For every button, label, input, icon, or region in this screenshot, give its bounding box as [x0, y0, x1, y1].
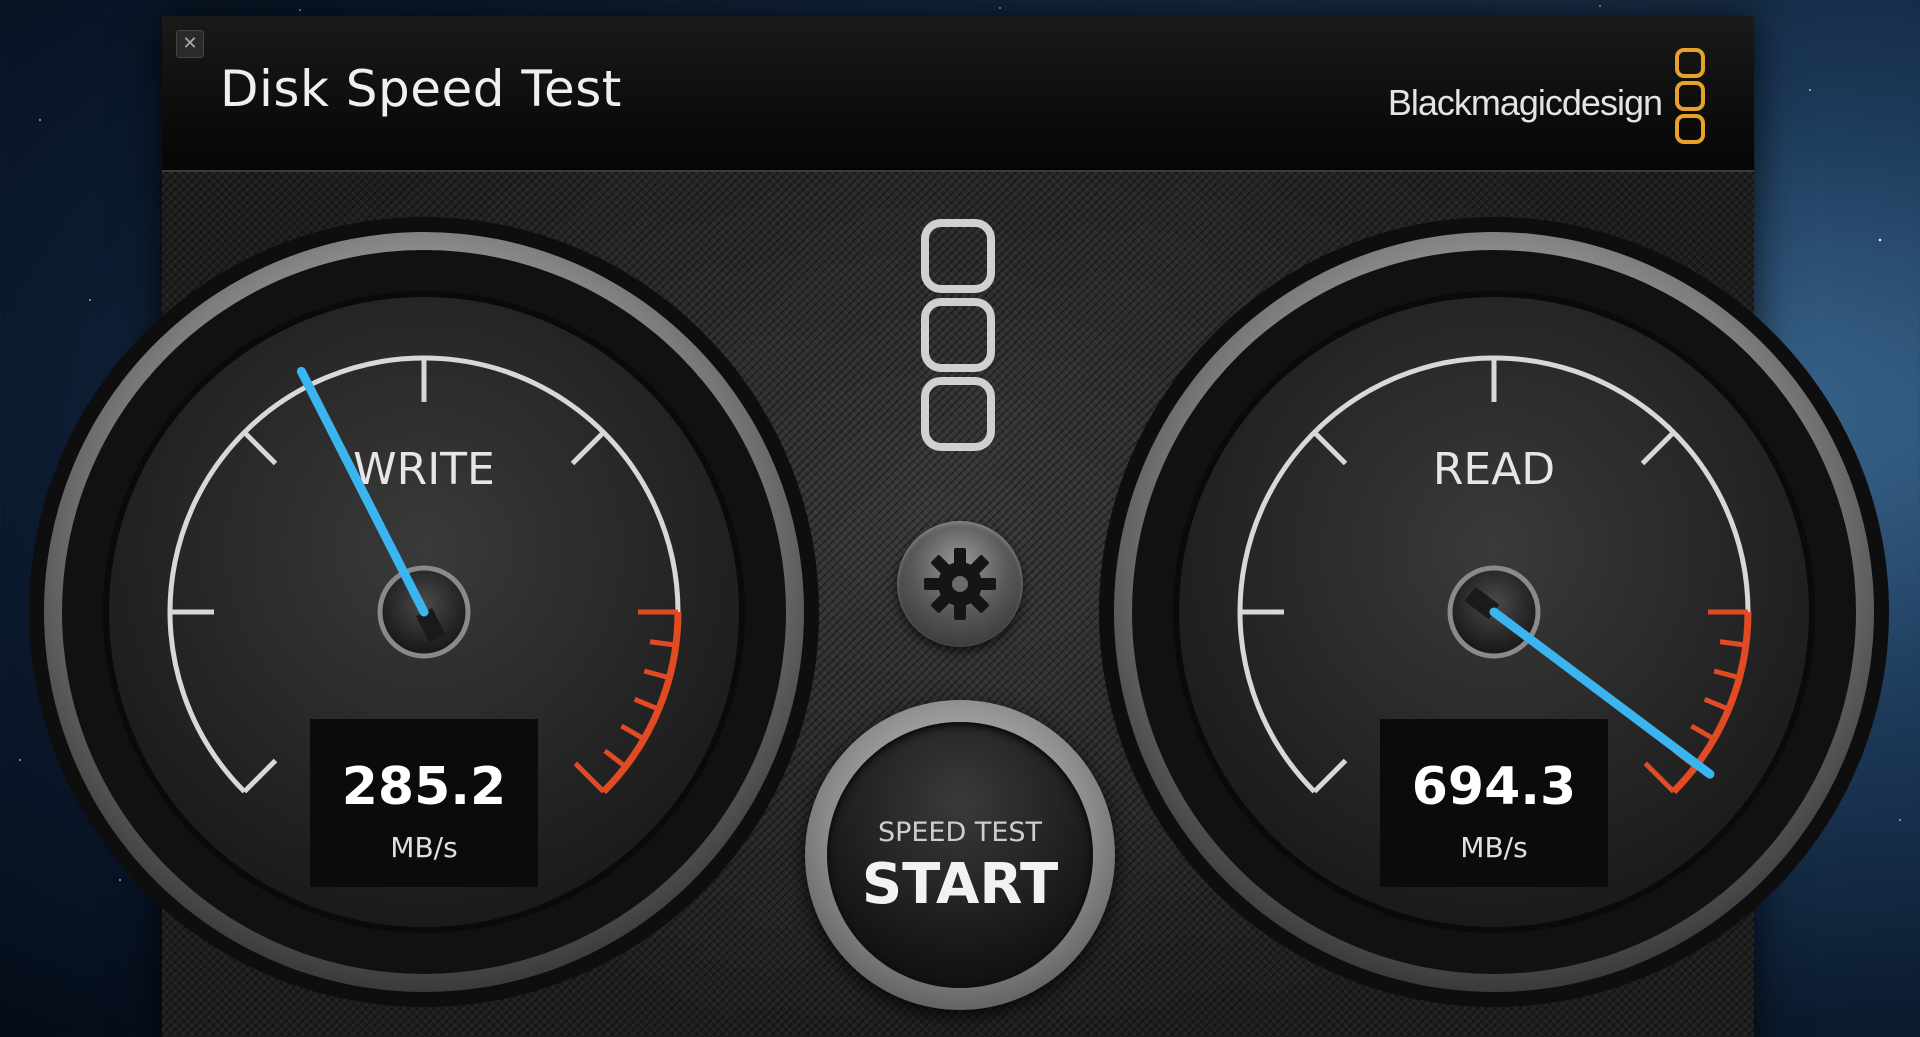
write-gauge: WRITE 285.2 MB/s	[24, 212, 824, 1012]
speed-test-start-button[interactable]: SPEED TEST START	[805, 700, 1115, 1010]
write-speed-unit: MB/s	[390, 831, 457, 864]
settings-button[interactable]	[897, 521, 1023, 647]
close-icon: ✕	[182, 33, 198, 54]
gear-icon	[924, 548, 996, 620]
start-button-face: SPEED TEST START	[827, 722, 1093, 988]
brand-name: Blackmagicdesign	[1387, 82, 1663, 123]
app-title: Disk Speed Test	[220, 60, 622, 118]
start-button-label: START	[861, 852, 1059, 917]
gauge-redline-tick	[1719, 639, 1747, 648]
read-gauge: READ 694.3 MB/s	[1094, 212, 1894, 1012]
write-speed-value: 285.2	[342, 757, 506, 817]
start-button-subtitle: SPEED TEST	[877, 817, 1043, 848]
read-speed-value: 694.3	[1412, 757, 1576, 817]
gauge-label: WRITE	[353, 444, 495, 495]
gauge-redline-tick	[649, 639, 677, 648]
close-button[interactable]: ✕	[176, 30, 204, 58]
gauge-label: READ	[1433, 444, 1555, 495]
blackmagic-logo-icon	[921, 219, 995, 451]
blackmagic-logo-icon	[1675, 48, 1705, 144]
read-speed-unit: MB/s	[1460, 831, 1527, 864]
title-bar: ✕ Disk Speed Test Blackmagicdesign	[162, 16, 1754, 172]
